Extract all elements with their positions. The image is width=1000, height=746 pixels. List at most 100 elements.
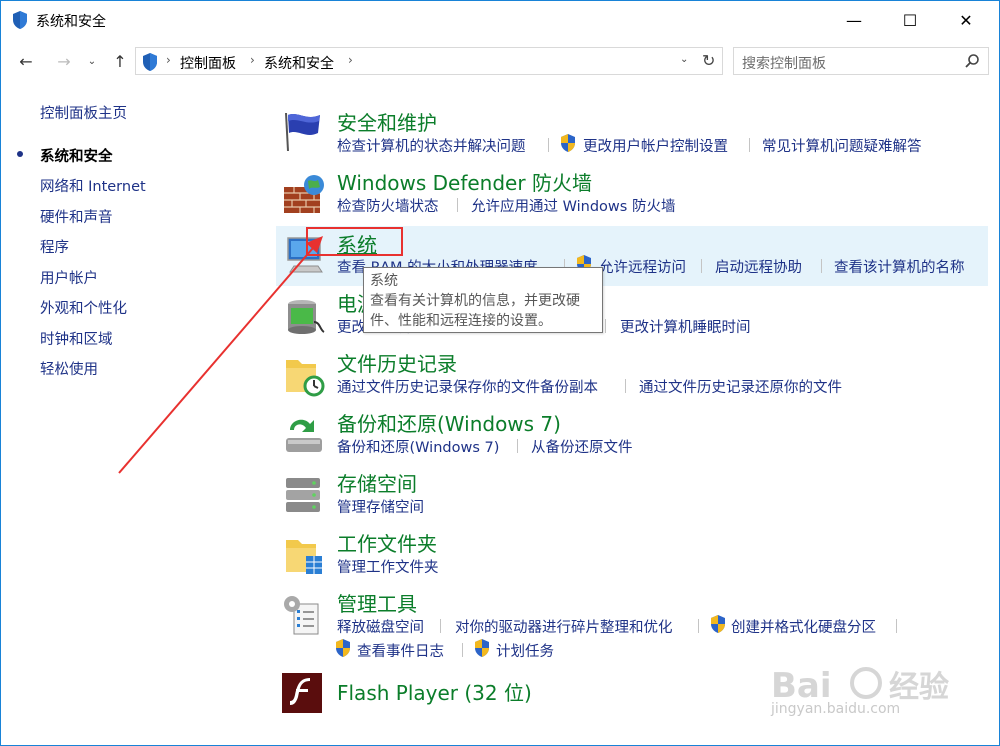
link-backup-restore-win7[interactable]: 备份和还原(Windows 7) — [337, 436, 499, 457]
link-scheduled-tasks[interactable]: 计划任务 — [496, 640, 554, 661]
divider — [625, 379, 626, 393]
category-firewall: Windows Defender 防火墙 检查防火墙状态 允许应用通过 Wind… — [276, 165, 988, 221]
active-indicator — [17, 151, 23, 157]
maximize-icon: ☐ — [902, 10, 918, 30]
breadcrumb-separator[interactable]: › — [250, 53, 255, 67]
arrow-up-icon: ↑ — [113, 51, 127, 71]
category-security-maintenance: 安全和维护 检查计算机的状态并解决问题 更改用户帐户控制设置 常见计算机问题疑难… — [276, 105, 988, 161]
search-input[interactable]: 搜索控制面板 — [742, 53, 826, 73]
search-icon[interactable] — [964, 53, 980, 69]
category-work-folders: 工作文件夹 管理工作文件夹 — [276, 526, 988, 582]
minimize-icon: — — [846, 10, 862, 30]
uac-shield-icon — [711, 615, 725, 633]
minimize-button[interactable]: — — [831, 1, 877, 39]
svg-text:Bai: Bai — [771, 666, 832, 706]
recent-locations-button[interactable]: ⌄ — [85, 49, 99, 73]
address-dropdown-icon[interactable]: ⌄ — [680, 54, 688, 65]
breadcrumb-separator[interactable]: › — [348, 53, 353, 67]
link-restore-files-history[interactable]: 通过文件历史记录还原你的文件 — [639, 376, 842, 397]
control-panel-icon — [143, 53, 157, 71]
link-remote-assistance[interactable]: 启动远程协助 — [715, 256, 802, 277]
back-button[interactable]: ← — [13, 49, 39, 73]
link-backup-copies[interactable]: 通过文件历史记录保存你的文件备份副本 — [337, 376, 598, 397]
flash-icon — [282, 673, 322, 713]
chevron-down-icon: ⌄ — [87, 55, 97, 67]
shield-icon — [13, 11, 27, 29]
divider — [698, 619, 699, 633]
arrow-right-icon: → — [57, 51, 71, 71]
annotation-highlight-box — [306, 227, 403, 256]
link-defragment[interactable]: 对你的驱动器进行碎片整理和优化 — [455, 616, 673, 637]
tooltip-line-1: 查看有关计算机的信息，并更改硬 — [370, 293, 580, 309]
left-nav-network[interactable]: 网络和 Internet — [40, 175, 146, 196]
address-toolbar: ← → ⌄ ↑ › 控制面板 › 系统和安全 › ⌄ ↻ 搜索控制面板 — [1, 41, 999, 81]
link-event-log[interactable]: 查看事件日志 — [357, 640, 444, 661]
refresh-icon[interactable]: ↻ — [702, 51, 715, 70]
left-nav-appearance[interactable]: 外观和个性化 — [40, 297, 127, 318]
uac-shield-icon — [336, 639, 350, 657]
link-create-partitions[interactable]: 创建并格式化硬盘分区 — [731, 616, 876, 637]
category-title-backup[interactable]: 备份和还原(Windows 7) — [337, 408, 561, 437]
link-allow-remote-access[interactable]: 允许远程访问 — [599, 256, 686, 277]
link-manage-work-folders[interactable]: 管理工作文件夹 — [337, 556, 439, 577]
tooltip-line-2: 件、性能和远程连接的设置。 — [370, 313, 552, 329]
maximize-button[interactable]: ☐ — [887, 1, 933, 39]
flag-icon — [285, 112, 320, 152]
divider — [749, 138, 750, 152]
divider — [462, 643, 463, 657]
category-title-file-history[interactable]: 文件历史记录 — [337, 348, 457, 377]
breadcrumb-system-security[interactable]: 系统和安全 — [264, 53, 334, 73]
category-title-flash[interactable]: Flash Player (32 位) — [337, 677, 532, 706]
window-title: 系统和安全 — [36, 14, 106, 30]
divider — [440, 619, 441, 633]
system-tooltip: 系统 查看有关计算机的信息，并更改硬 件、性能和远程连接的设置。 — [363, 267, 603, 333]
link-free-disk-space[interactable]: 释放磁盘空间 — [337, 616, 424, 637]
category-admin-tools: 管理工具 释放磁盘空间 对你的驱动器进行碎片整理和优化 创建并格式化硬盘分区 查… — [276, 586, 988, 666]
link-sleep-time[interactable]: 更改计算机睡眠时间 — [620, 316, 751, 337]
divider — [457, 198, 458, 212]
category-title-firewall[interactable]: Windows Defender 防火墙 — [337, 167, 592, 196]
category-title-admin-tools[interactable]: 管理工具 — [337, 588, 417, 617]
divider — [517, 439, 518, 453]
uac-shield-icon — [561, 134, 575, 152]
left-nav-user-accounts[interactable]: 用户帐户 — [40, 267, 98, 288]
left-nav-hardware[interactable]: 硬件和声音 — [40, 206, 113, 227]
category-file-history: 文件历史记录 通过文件历史记录保存你的文件备份副本 通过文件历史记录还原你的文件 — [276, 346, 988, 402]
category-title-security[interactable]: 安全和维护 — [337, 107, 437, 136]
tooltip-title: 系统 — [370, 273, 398, 289]
link-check-status[interactable]: 检查计算机的状态并解决问题 — [337, 135, 526, 156]
uac-shield-icon — [475, 639, 489, 657]
left-nav-ease-of-access[interactable]: 轻松使用 — [40, 358, 98, 379]
left-nav-home[interactable]: 控制面板主页 — [40, 102, 127, 123]
left-nav-clock-region[interactable]: 时钟和区域 — [40, 328, 113, 349]
category-title-storage[interactable]: 存储空间 — [337, 468, 417, 497]
divider — [821, 259, 822, 273]
link-restore-from-backup[interactable]: 从备份还原文件 — [531, 436, 633, 457]
close-icon: ✕ — [959, 10, 973, 30]
left-nav-programs[interactable]: 程序 — [40, 236, 69, 257]
svg-text:经验: 经验 — [889, 670, 949, 705]
up-button[interactable]: ↑ — [107, 49, 133, 73]
watermark-url: jingyan.baidu.com — [771, 701, 901, 717]
work-folder-icon — [286, 540, 322, 574]
divider — [701, 259, 702, 273]
search-box[interactable]: 搜索控制面板 — [733, 47, 989, 75]
divider — [605, 319, 606, 333]
left-nav-system-security[interactable]: 系统和安全 — [40, 145, 113, 166]
close-button[interactable]: ✕ — [943, 1, 989, 39]
firewall-icon — [284, 175, 324, 213]
breadcrumb-separator[interactable]: › — [166, 53, 171, 67]
category-storage-spaces: 存储空间 管理存储空间 — [276, 466, 988, 522]
breadcrumb-control-panel[interactable]: 控制面板 — [180, 53, 236, 73]
link-allow-app-firewall[interactable]: 允许应用通过 Windows 防火墙 — [471, 195, 675, 216]
file-history-icon — [286, 360, 325, 397]
link-uac-settings[interactable]: 更改用户帐户控制设置 — [583, 135, 728, 156]
category-title-work-folders[interactable]: 工作文件夹 — [337, 528, 437, 557]
forward-button[interactable]: → — [51, 49, 77, 73]
link-troubleshoot[interactable]: 常见计算机问题疑难解答 — [762, 135, 922, 156]
link-manage-storage[interactable]: 管理存储空间 — [337, 496, 424, 517]
address-bar[interactable]: › 控制面板 › 系统和安全 › ⌄ ↻ — [135, 47, 723, 75]
link-computer-name[interactable]: 查看该计算机的名称 — [834, 256, 965, 277]
control-panel-window: 系统和安全 — ☐ ✕ ← → ⌄ ↑ › 控制面板 › 系统和安全 › ⌄ ↻… — [0, 0, 1000, 746]
link-firewall-status[interactable]: 检查防火墙状态 — [337, 195, 439, 216]
